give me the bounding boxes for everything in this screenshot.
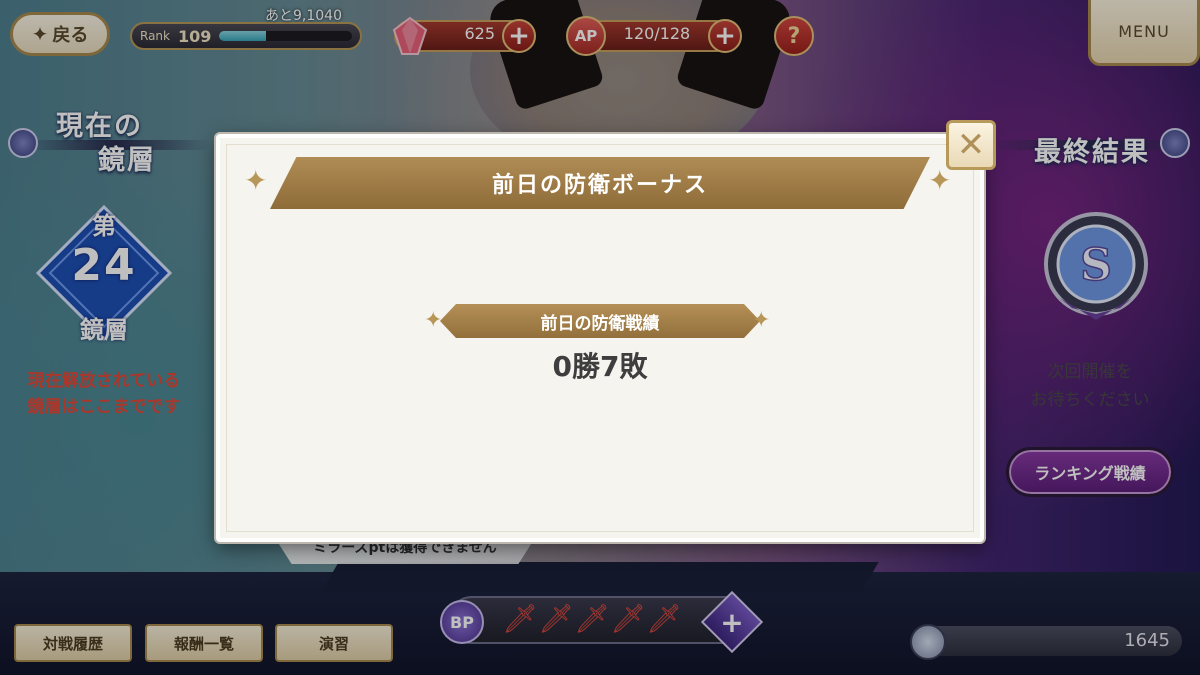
close-button[interactable]: ✕ [946,120,996,170]
sparkle-icon: ✦ [424,308,443,333]
sparkle-icon: ✦ [244,164,268,197]
dialog-title: 前日の防衛ボーナス [270,157,930,209]
defense-record-value: 0勝7敗 [552,350,648,383]
defense-record-header: 前日の防衛戦績 [440,304,760,338]
sparkle-icon: ✦ [752,308,771,333]
